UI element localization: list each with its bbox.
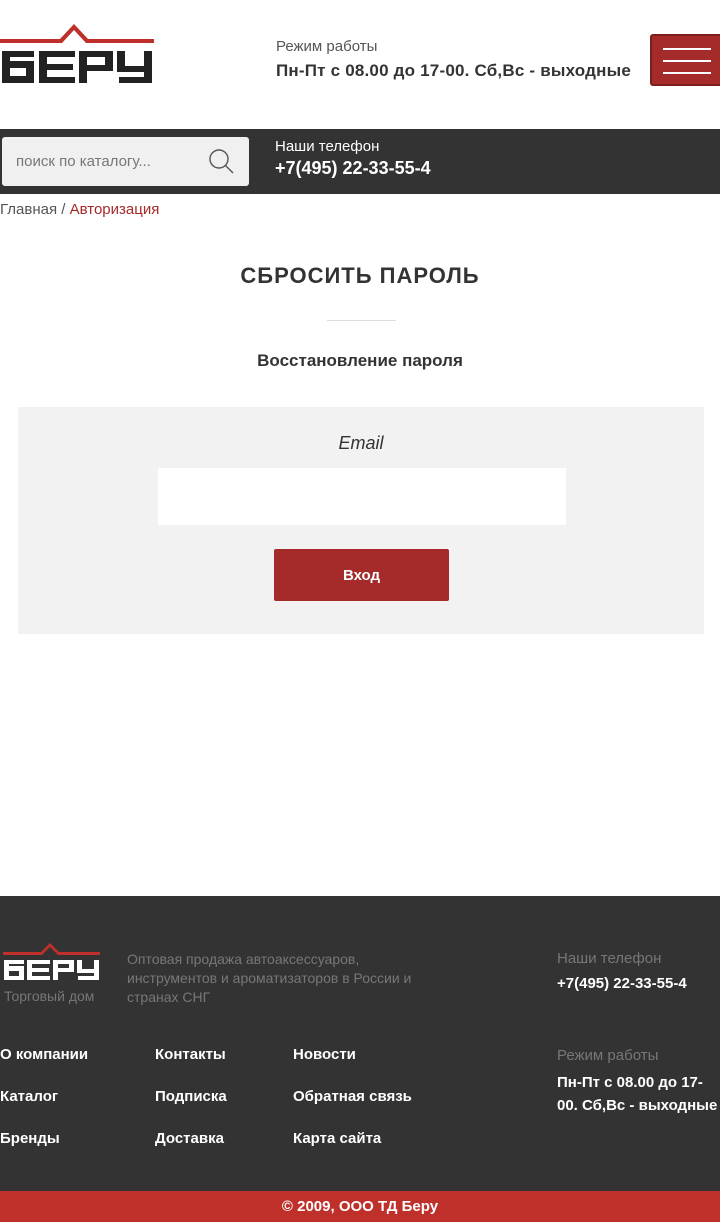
footer-phone-link[interactable]: +7(495) 22-33-55-4 bbox=[557, 975, 687, 992]
footer-link-news[interactable]: Новости bbox=[293, 1046, 356, 1063]
brand-tagline: Торговый дом bbox=[4, 988, 95, 1004]
breadcrumb-separator: / bbox=[57, 201, 70, 218]
work-hours-value: Пн-Пт с 08.00 до 17-00. Сб,Вс - выходные bbox=[276, 61, 631, 80]
search-icon[interactable] bbox=[206, 147, 236, 177]
email-label: Email bbox=[338, 433, 384, 453]
footer-link-subscription[interactable]: Подписка bbox=[155, 1088, 227, 1105]
header-phones: Наши телефон +7(495) 22-33-55-4 bbox=[275, 138, 431, 179]
menu-button[interactable] bbox=[650, 34, 720, 86]
phone-link[interactable]: +7(495) 22-33-55-4 bbox=[275, 158, 431, 179]
email-field[interactable] bbox=[158, 468, 566, 525]
page-title: СБРОСИТЬ ПАРОЛЬ bbox=[240, 263, 480, 288]
hamburger-icon bbox=[663, 48, 711, 50]
footer-link-brands[interactable]: Бренды bbox=[0, 1130, 60, 1147]
work-hours-label: Режим работы bbox=[276, 38, 378, 55]
work-hours: Режим работы Пн-Пт с 08.00 до 17-00. Сб,… bbox=[276, 38, 631, 81]
breadcrumb-current: Авторизация bbox=[69, 201, 160, 218]
footer-link-contacts[interactable]: Контакты bbox=[155, 1046, 226, 1063]
phones-label: Наши телефон bbox=[275, 138, 380, 155]
search-input[interactable]: поиск по каталогу... bbox=[16, 153, 151, 170]
hamburger-icon-line bbox=[663, 60, 711, 62]
breadcrumb: Главная / Авторизация bbox=[0, 201, 159, 218]
footer-link-catalog[interactable]: Каталог bbox=[0, 1088, 58, 1105]
footer-hours-value: Пн-Пт с 08.00 до 17-00. Сб,Вс - выходные bbox=[557, 1074, 718, 1114]
section-subtitle: Восстановление пароля bbox=[257, 351, 463, 370]
logo[interactable] bbox=[0, 20, 154, 88]
site-header: Режим работы Пн-Пт с 08.00 до 17-00. Сб,… bbox=[0, 0, 720, 129]
copyright: © 2009, ООО ТД Беру bbox=[0, 1191, 720, 1222]
footer-link-delivery[interactable]: Доставка bbox=[155, 1130, 224, 1147]
footer-logo[interactable] bbox=[3, 940, 100, 983]
title-divider bbox=[327, 320, 396, 321]
footer-link-feedback[interactable]: Обратная связь bbox=[293, 1088, 412, 1105]
site-footer: Торговый дом Оптовая продажа автоаксессу… bbox=[0, 896, 720, 1191]
breadcrumb-home[interactable]: Главная bbox=[0, 201, 57, 218]
footer-hours-label: Режим работы bbox=[557, 1047, 659, 1064]
footer-link-sitemap[interactable]: Карта сайта bbox=[293, 1130, 381, 1147]
search-box[interactable]: поиск по каталогу... bbox=[2, 137, 249, 186]
footer-description: Оптовая продажа автоаксессуаров, инструм… bbox=[127, 951, 412, 1005]
reset-form: Email Вход bbox=[18, 407, 704, 634]
top-bar: поиск по каталогу... Наши телефон +7(495… bbox=[0, 129, 720, 194]
submit-button[interactable]: Вход bbox=[274, 549, 449, 601]
footer-phones-label: Наши телефон bbox=[557, 950, 662, 967]
footer-link-about[interactable]: О компании bbox=[0, 1046, 88, 1063]
hamburger-icon-line bbox=[663, 72, 711, 74]
